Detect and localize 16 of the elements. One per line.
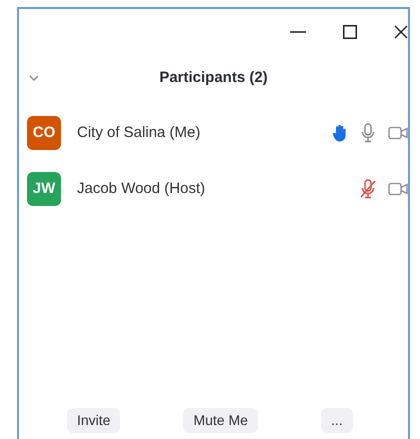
footer-button[interactable]: Invite [67,408,120,433]
footer-button[interactable]: ... [320,408,353,433]
participant-name: Jacob Wood (Host) [77,178,206,199]
muted-microphone-icon[interactable] [360,179,376,199]
avatar: JW [27,172,61,206]
participant-name: City of Salina (Me) [77,122,200,143]
chevron-down-icon[interactable] [29,75,39,81]
video-camera-icon[interactable] [388,182,408,196]
footer-button[interactable]: Mute Me [183,408,258,433]
close-icon[interactable] [394,25,408,39]
maximize-icon[interactable] [343,25,357,39]
video-camera-icon[interactable] [388,126,408,140]
minimize-icon[interactable] [290,31,306,33]
panel-title: Participants (2) [159,68,268,88]
avatar: CO [27,116,61,150]
microphone-icon[interactable] [360,123,376,143]
